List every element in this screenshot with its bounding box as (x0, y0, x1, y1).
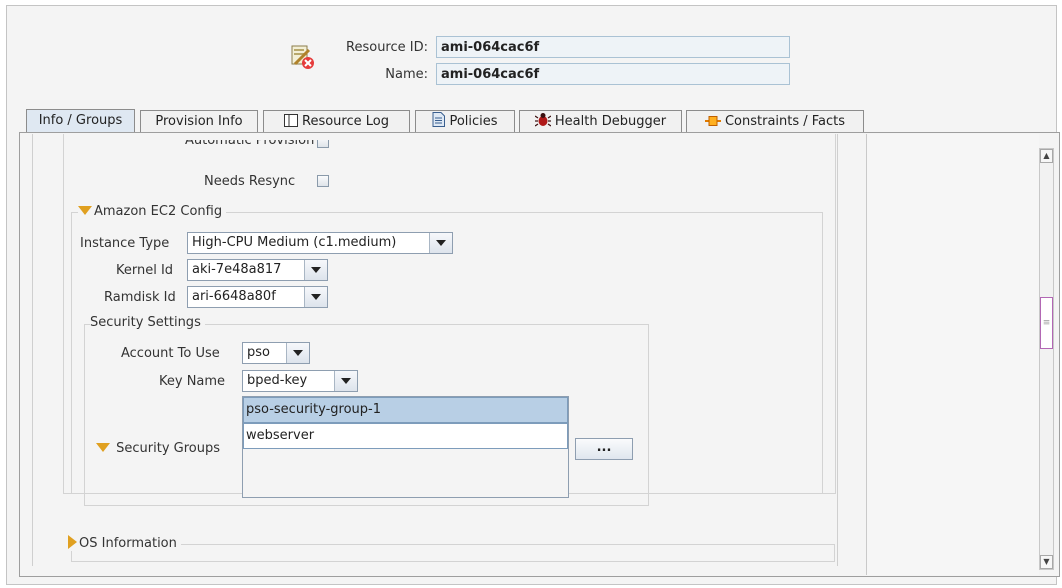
tab-info-groups[interactable]: Info / Groups (26, 109, 135, 133)
tab-label: Provision Info (155, 114, 243, 129)
account-select[interactable]: pso (242, 342, 310, 364)
resource-icon (289, 44, 315, 70)
chevron-down-icon[interactable] (304, 260, 327, 280)
account-value: pso (247, 345, 270, 360)
kernel-id-label: Kernel Id (116, 263, 174, 278)
ramdisk-id-select[interactable]: ari-6648a80f (187, 286, 328, 308)
kernel-id-value: aki-7e48a817 (192, 262, 282, 277)
tab-label: Health Debugger (554, 114, 667, 129)
needs-resync-checkbox[interactable] (317, 175, 329, 187)
os-info-title[interactable]: OS Information (68, 535, 181, 551)
tab-provision-info[interactable]: Provision Info (140, 110, 258, 132)
security-groups-list[interactable]: pso-security-group-1 webserver (242, 396, 569, 498)
account-label: Account To Use (121, 346, 220, 361)
security-groups-label-row[interactable]: Security Groups (96, 441, 220, 456)
automatic-provision-checkbox[interactable] (317, 140, 329, 148)
right-pane (866, 134, 1039, 575)
tab-policies[interactable]: Policies (415, 110, 515, 132)
scroll-thumb[interactable]: ≡ (1040, 297, 1053, 349)
vertical-scrollbar[interactable]: ▲ ≡ ▼ (1039, 148, 1054, 570)
chevron-down-icon[interactable] (304, 287, 327, 307)
collapse-triangle-icon (96, 443, 110, 452)
security-settings-title: Security Settings (90, 315, 205, 330)
tab-label: Constraints / Facts (724, 114, 846, 129)
name-label: Name: (385, 67, 428, 82)
collapse-triangle-icon (78, 206, 92, 215)
kernel-id-select[interactable]: aki-7e48a817 (187, 259, 328, 281)
chevron-down-icon[interactable] (286, 343, 309, 363)
tab-label: Info / Groups (38, 113, 123, 128)
os-info-title-text: OS Information (79, 536, 177, 551)
key-name-label: Key Name (159, 374, 226, 389)
key-name-select[interactable]: bped-key (242, 370, 358, 392)
tab-health-debugger[interactable]: Health Debugger (519, 110, 682, 132)
chevron-down-icon[interactable] (334, 371, 357, 391)
security-groups-label: Security Groups (116, 441, 221, 456)
tab-constraints-facts[interactable]: Constraints / Facts (686, 110, 864, 132)
expand-triangle-icon (68, 535, 77, 549)
browse-security-groups-button[interactable]: ... (575, 438, 633, 460)
key-name-value: bped-key (247, 373, 308, 388)
resource-id-label: Resource ID: (346, 40, 428, 55)
list-item[interactable]: pso-security-group-1 (243, 397, 568, 423)
instance-type-label: Instance Type (80, 236, 170, 251)
tab-label: Policies (449, 114, 498, 129)
list-item[interactable]: webserver (243, 423, 568, 449)
instance-type-value: High-CPU Medium (c1.medium) (192, 235, 397, 250)
ramdisk-id-label: Ramdisk Id (104, 290, 176, 305)
instance-type-select[interactable]: High-CPU Medium (c1.medium) (187, 232, 453, 254)
ec2-config-title-text: Amazon EC2 Config (94, 204, 223, 219)
needs-resync-label: Needs Resync (204, 174, 296, 189)
tab-resource-log[interactable]: Resource Log (263, 110, 410, 132)
tab-label: Resource Log (302, 114, 389, 129)
automatic-provision-row: Automatic Provision (150, 140, 350, 160)
scroll-down-button[interactable]: ▼ (1040, 555, 1053, 569)
ec2-config-title[interactable]: Amazon EC2 Config (78, 204, 227, 219)
ramdisk-id-value: ari-6648a80f (192, 289, 276, 304)
chevron-down-icon[interactable] (429, 233, 452, 253)
os-info-group (71, 544, 835, 562)
resource-id-field[interactable]: ami-064cac6f (436, 36, 790, 58)
automatic-provision-label: Automatic Provision (185, 140, 315, 148)
name-field[interactable]: ami-064cac6f (436, 63, 790, 85)
scroll-up-button[interactable]: ▲ (1040, 149, 1053, 163)
